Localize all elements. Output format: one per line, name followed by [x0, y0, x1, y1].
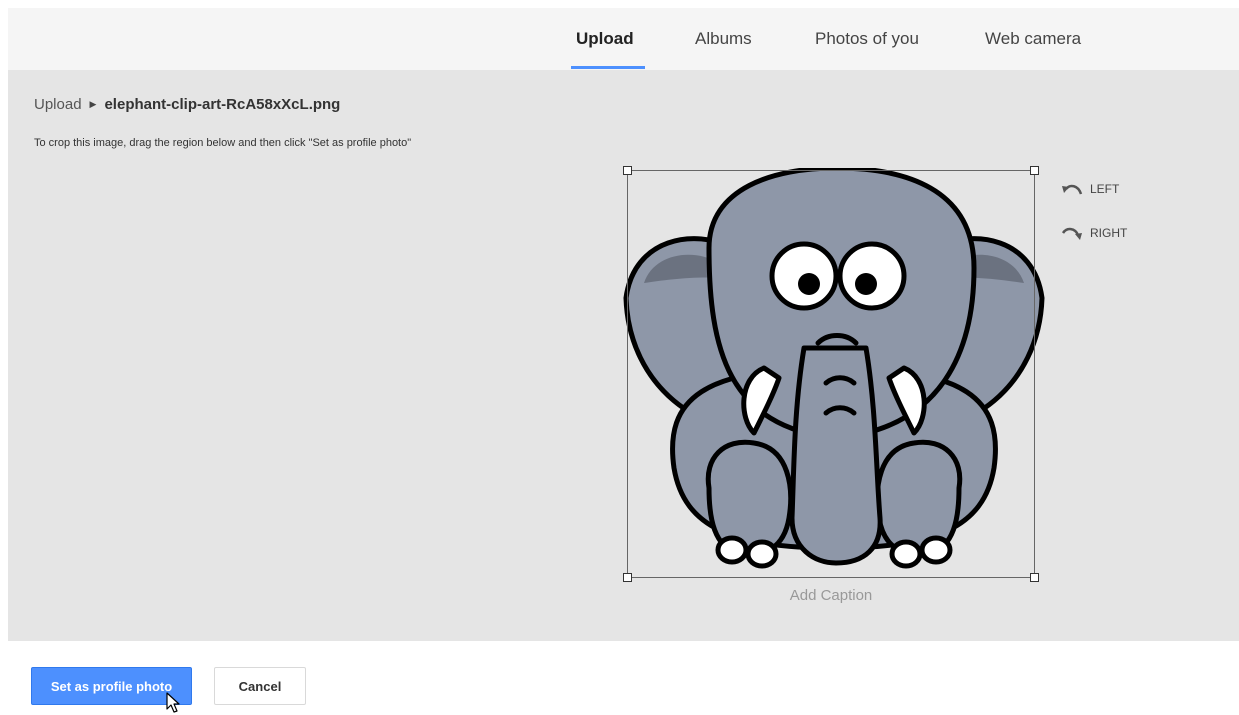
tab-web-camera[interactable]: Web camera: [985, 8, 1081, 70]
add-caption-field[interactable]: Add Caption: [627, 587, 1035, 604]
tab-upload[interactable]: Upload: [576, 8, 634, 70]
crop-instructions: To crop this image, drag the region belo…: [34, 137, 412, 149]
crop-workspace: Upload ▶ elephant-clip-art-RcA58xXcL.png T…: [8, 70, 1239, 641]
rotate-left-label: LEFT: [1090, 182, 1120, 196]
crop-handle-top-right[interactable]: [1030, 166, 1039, 175]
crop-handle-top-left[interactable]: [623, 166, 632, 175]
mouse-cursor-icon: [166, 692, 180, 713]
rotate-left-button[interactable]: LEFT: [1060, 181, 1119, 197]
crop-handle-bottom-left[interactable]: [623, 573, 632, 582]
tab-photos-of-you[interactable]: Photos of you: [815, 8, 919, 70]
cancel-button[interactable]: Cancel: [214, 667, 306, 705]
breadcrumb: Upload ▶ elephant-clip-art-RcA58xXcL.png: [34, 96, 340, 113]
active-tab-indicator: [571, 66, 645, 69]
crop-region[interactable]: [623, 166, 1039, 582]
crop-handle-bottom-right[interactable]: [1030, 573, 1039, 582]
tab-bar: Upload Albums Photos of you Web camera: [8, 8, 1239, 70]
breadcrumb-file-name: elephant-clip-art-RcA58xXcL.png: [104, 96, 341, 113]
tab-albums[interactable]: Albums: [695, 8, 752, 70]
rotate-right-icon: [1061, 227, 1082, 240]
rotate-left-icon: [1062, 184, 1083, 195]
rotate-right-button[interactable]: RIGHT: [1060, 225, 1127, 241]
breadcrumb-arrow-icon: ▶: [89, 99, 97, 109]
breadcrumb-root[interactable]: Upload: [34, 96, 82, 113]
rotate-right-label: RIGHT: [1090, 226, 1128, 240]
